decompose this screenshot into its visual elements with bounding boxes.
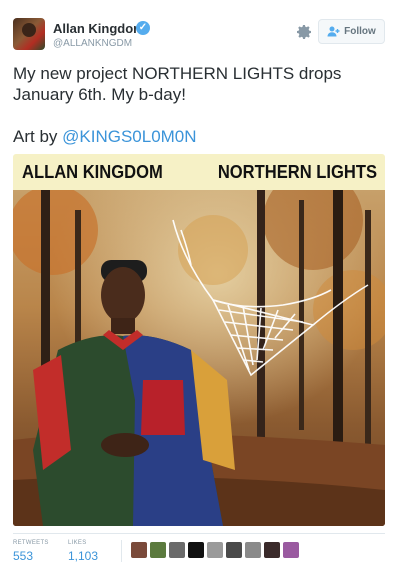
retweets-label: RETWEETS: [13, 540, 49, 546]
banner-title: NORTHERN LIGHTS: [217, 161, 377, 182]
liker-avatar[interactable]: [264, 542, 280, 558]
liker-avatar[interactable]: [207, 542, 223, 558]
album-banner: ALLAN KINGDOM NORTHERN LIGHTS: [13, 154, 385, 190]
liker-avatar[interactable]: [188, 542, 204, 558]
verified-badge-icon: ✓: [136, 21, 150, 35]
user-handle[interactable]: @ALLANKNGDM: [53, 38, 132, 49]
gear-icon[interactable]: [296, 24, 312, 40]
retweets-count[interactable]: 553: [13, 549, 33, 563]
likes-count[interactable]: 1,103: [68, 549, 98, 563]
tweet-text: My new project NORTHERN LIGHTS drops Jan…: [13, 64, 342, 104]
banner-artist: ALLAN KINGDOM: [22, 161, 163, 182]
album-photo: [13, 190, 385, 526]
liker-avatar[interactable]: [245, 542, 261, 558]
liker-avatar[interactable]: [150, 542, 166, 558]
stats-divider: [121, 540, 122, 562]
tweet-media[interactable]: ALLAN KINGDOM NORTHERN LIGHTS: [13, 154, 385, 526]
follow-button[interactable]: Follow: [318, 19, 385, 44]
liker-avatar[interactable]: [169, 542, 185, 558]
add-user-icon: [327, 26, 340, 37]
avatar[interactable]: [13, 18, 45, 50]
art-credit: Art by @KINGS0L0M0N: [13, 127, 197, 147]
liker-avatar[interactable]: [131, 542, 147, 558]
art-credit-prefix: Art by: [13, 127, 63, 146]
tweet-header: Allan Kingdom ✓ @ALLANKNGDM Follow: [0, 0, 412, 60]
tweet-stats: RETWEETS 553 LIKES 1,103: [13, 533, 385, 564]
liker-avatar[interactable]: [226, 542, 242, 558]
user-name[interactable]: Allan Kingdom: [53, 21, 145, 36]
mention-link[interactable]: @KINGS0L0M0N: [62, 127, 196, 146]
liker-avatar[interactable]: [283, 542, 299, 558]
follow-label: Follow: [344, 26, 376, 37]
likes-label: LIKES: [68, 540, 87, 546]
